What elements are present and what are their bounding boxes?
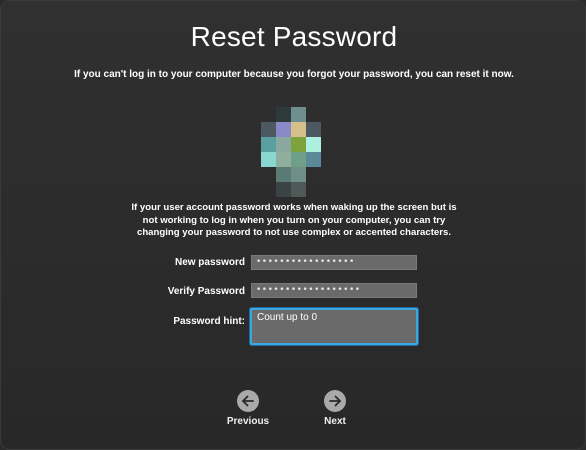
avatar-pixel	[306, 122, 321, 137]
page-subtitle: If you can't log in to your computer bec…	[74, 69, 514, 80]
avatar-pixel	[276, 182, 291, 197]
avatar-pixel	[306, 137, 321, 152]
avatar-pixel	[291, 107, 306, 122]
avatar-pixel	[291, 137, 306, 152]
password-hint-label: Password hint:	[173, 316, 245, 327]
user-avatar	[259, 107, 323, 197]
avatar-pixel	[276, 122, 291, 137]
avatar-pixel-grid	[261, 107, 321, 197]
page-title: Reset Password	[190, 21, 398, 52]
arrow-right-icon[interactable]	[324, 390, 346, 412]
avatar-pixel	[261, 137, 276, 152]
next-label: Next	[324, 416, 346, 427]
new-password-label: New password	[174, 257, 245, 268]
password-notice: If your user account password works when…	[1, 202, 586, 240]
notice-line-2: not working to log in when you turn on y…	[142, 214, 446, 226]
avatar-pixel	[276, 152, 291, 167]
avatar-pixel	[276, 137, 291, 152]
previous-label: Previous	[226, 416, 270, 427]
verify-password-label: Verify Password	[167, 286, 245, 297]
avatar-pixel	[261, 122, 276, 137]
avatar-pixel	[291, 167, 306, 182]
reset-password-window: Reset Password If you can't log in to yo…	[0, 0, 586, 450]
next-button[interactable]: Next	[305, 390, 365, 427]
avatar-pixel	[306, 152, 321, 167]
verify-password-field[interactable]: ••••••••••••••••••	[251, 283, 417, 298]
previous-button[interactable]: Previous	[218, 390, 278, 427]
password-hint-field[interactable]: Count up to 0	[250, 308, 418, 345]
arrow-left-icon[interactable]	[237, 390, 259, 412]
notice-line-1: If your user account password works when…	[131, 202, 457, 213]
new-password-field[interactable]: •••••••••••••••••	[251, 255, 417, 270]
avatar-pixel	[261, 152, 276, 167]
avatar-pixel	[291, 122, 306, 137]
avatar-pixel	[291, 182, 306, 197]
avatar-pixel	[276, 167, 291, 182]
notice-line-3: changing your password to not use comple…	[136, 227, 451, 238]
avatar-pixel	[291, 152, 306, 167]
avatar-pixel	[276, 107, 291, 122]
